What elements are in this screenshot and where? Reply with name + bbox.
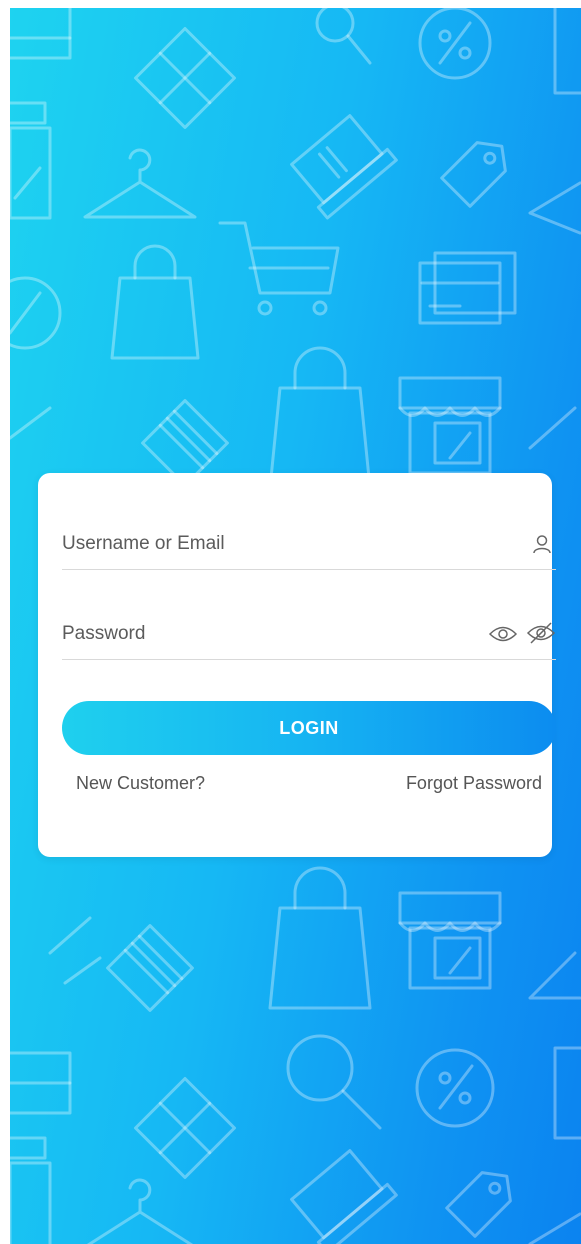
shopping-bag-icon (110, 276, 200, 360)
gift-icon (134, 1077, 236, 1179)
forgot-password-link[interactable]: Forgot Password (406, 773, 542, 794)
laptop-icon (290, 114, 398, 220)
price-tag-icon (440, 141, 507, 208)
shop-icon (10, 101, 47, 125)
hanger-icon (528, 181, 581, 235)
percent-badge-icon (10, 276, 62, 350)
user-icon (532, 534, 552, 559)
shopping-cart-icon (218, 221, 340, 295)
card-outline-icon (553, 1046, 581, 1140)
hanger-icon (528, 951, 581, 1000)
price-tag-icon (48, 916, 102, 985)
password-placeholder: Password (62, 623, 146, 644)
laptop-icon (290, 1149, 398, 1244)
shop-icon (10, 1136, 47, 1160)
hanger-icon (86, 1178, 194, 1244)
price-tag-icon (10, 406, 52, 440)
gift-icon (106, 924, 194, 1012)
price-tag-icon (445, 1171, 512, 1238)
login-card: Username or Email Password LOGIN New Cus… (38, 473, 556, 857)
shopping-bag-icon (268, 906, 372, 1010)
eye-slash-icon[interactable] (526, 622, 556, 649)
login-button[interactable]: LOGIN (62, 701, 556, 755)
hanger-icon (528, 406, 577, 450)
username-placeholder: Username or Email (62, 533, 225, 554)
hanger-icon (83, 148, 197, 219)
username-field[interactable]: Username or Email (62, 525, 556, 570)
card-outline-icon (553, 8, 581, 95)
new-customer-link[interactable]: New Customer? (76, 773, 205, 794)
password-field[interactable]: Password (62, 615, 556, 660)
login-screen: Username or Email Password LOGIN New Cus… (10, 8, 581, 1244)
storefront-icon (398, 891, 502, 925)
storefront-icon (398, 376, 502, 410)
card-outline-icon (10, 8, 72, 60)
hanger-icon (528, 1212, 581, 1244)
gift-icon (134, 27, 236, 129)
eye-icon[interactable] (488, 624, 518, 649)
